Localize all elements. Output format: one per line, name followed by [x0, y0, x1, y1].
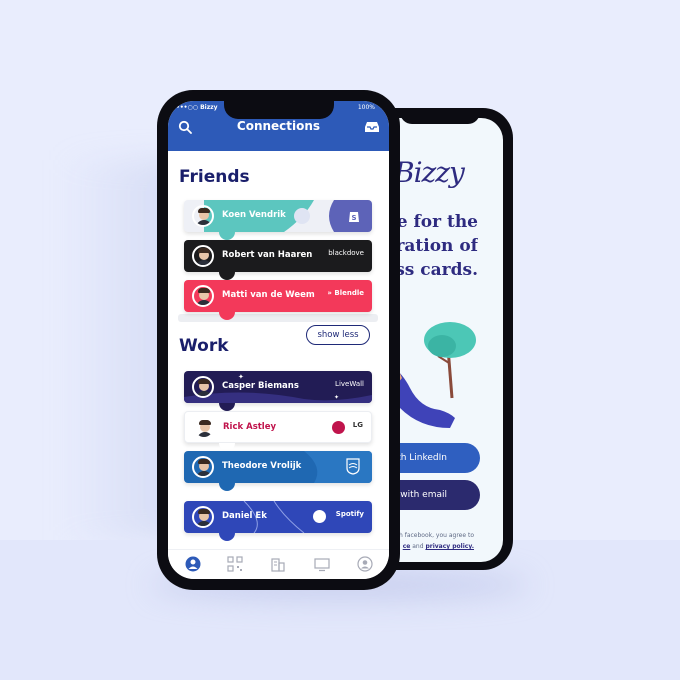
card-tab	[219, 403, 235, 411]
friends-heading: Friends	[179, 167, 250, 187]
lg-logo-icon	[332, 421, 345, 434]
avatar	[192, 205, 214, 227]
avatar	[192, 285, 214, 307]
avatar	[192, 506, 214, 528]
phone-notch	[224, 101, 334, 119]
contact-card-daniel[interactable]: Daniel Ek Spotify	[184, 501, 372, 533]
back-phone-notch	[400, 108, 480, 124]
privacy-policy-link[interactable]: privacy policy.	[425, 543, 474, 550]
tv-icon[interactable]	[314, 556, 330, 572]
contact-card-theodore[interactable]: Theodore Vrolijk	[184, 451, 372, 483]
bottom-tab-bar	[168, 549, 389, 579]
profile-icon[interactable]	[185, 556, 201, 572]
card-tab	[219, 272, 235, 280]
status-carrier: •••○○ Bizzy	[176, 104, 218, 111]
contact-card-matti[interactable]: Matti van de Weem » Blendle	[184, 280, 372, 312]
connections-screen: •••○○ Bizzy 100% Connections Friends Koe…	[168, 101, 389, 579]
svg-text:S: S	[351, 214, 356, 222]
work-heading: Work	[179, 336, 229, 356]
card-tab	[219, 533, 235, 541]
contact-card-koen[interactable]: Koen Vendrik S	[184, 200, 372, 232]
brand-spotify: Spotify	[335, 510, 364, 518]
front-phone: •••○○ Bizzy 100% Connections Friends Koe…	[157, 90, 400, 590]
inbox-icon[interactable]	[365, 121, 379, 133]
contact-name: Koen Vendrik	[222, 210, 286, 220]
contact-name: Robert van Haaren	[222, 250, 313, 260]
shopify-icon: S	[349, 212, 359, 222]
legal-and: and	[410, 543, 426, 550]
brand-lg: LG	[352, 421, 363, 429]
avatar	[192, 376, 214, 398]
brand-livewall: LiveWall	[335, 380, 364, 388]
avatar	[193, 417, 215, 439]
philips-icon	[346, 458, 360, 475]
account-icon[interactable]	[357, 556, 373, 572]
contact-card-rick[interactable]: Rick Astley LG	[184, 411, 372, 443]
card-tab	[219, 443, 235, 451]
contact-name: Casper Biemans	[222, 381, 299, 391]
avatar	[192, 456, 214, 478]
svg-text:✦: ✦	[238, 373, 244, 381]
contact-name: Matti van de Weem	[222, 290, 315, 300]
status-battery: 100%	[357, 104, 375, 111]
spotify-logo-icon	[313, 510, 326, 523]
card-stack-shadow	[178, 314, 378, 322]
bizzy-logo: Bizzy	[394, 156, 465, 189]
brand-blendle: » Blendle	[327, 289, 364, 297]
card-tab	[219, 483, 235, 491]
contact-card-robert[interactable]: Robert van Haaren blackdove	[184, 240, 372, 272]
brand-blackdove: blackdove	[328, 249, 364, 257]
page-title: Connections	[236, 119, 321, 133]
contact-name: Theodore Vrolijk	[222, 461, 302, 471]
svg-text:✦: ✦	[334, 394, 339, 401]
show-less-button[interactable]: show less	[306, 325, 370, 345]
contact-name: Daniel Ek	[222, 511, 267, 521]
contact-card-casper[interactable]: ✦ ✦ Casper Biemans LiveWall	[184, 371, 372, 403]
avatar	[192, 245, 214, 267]
contact-name: Rick Astley	[223, 422, 277, 432]
building-icon[interactable]	[270, 556, 286, 572]
qr-code-icon[interactable]	[227, 556, 243, 572]
card-tab	[219, 232, 235, 240]
